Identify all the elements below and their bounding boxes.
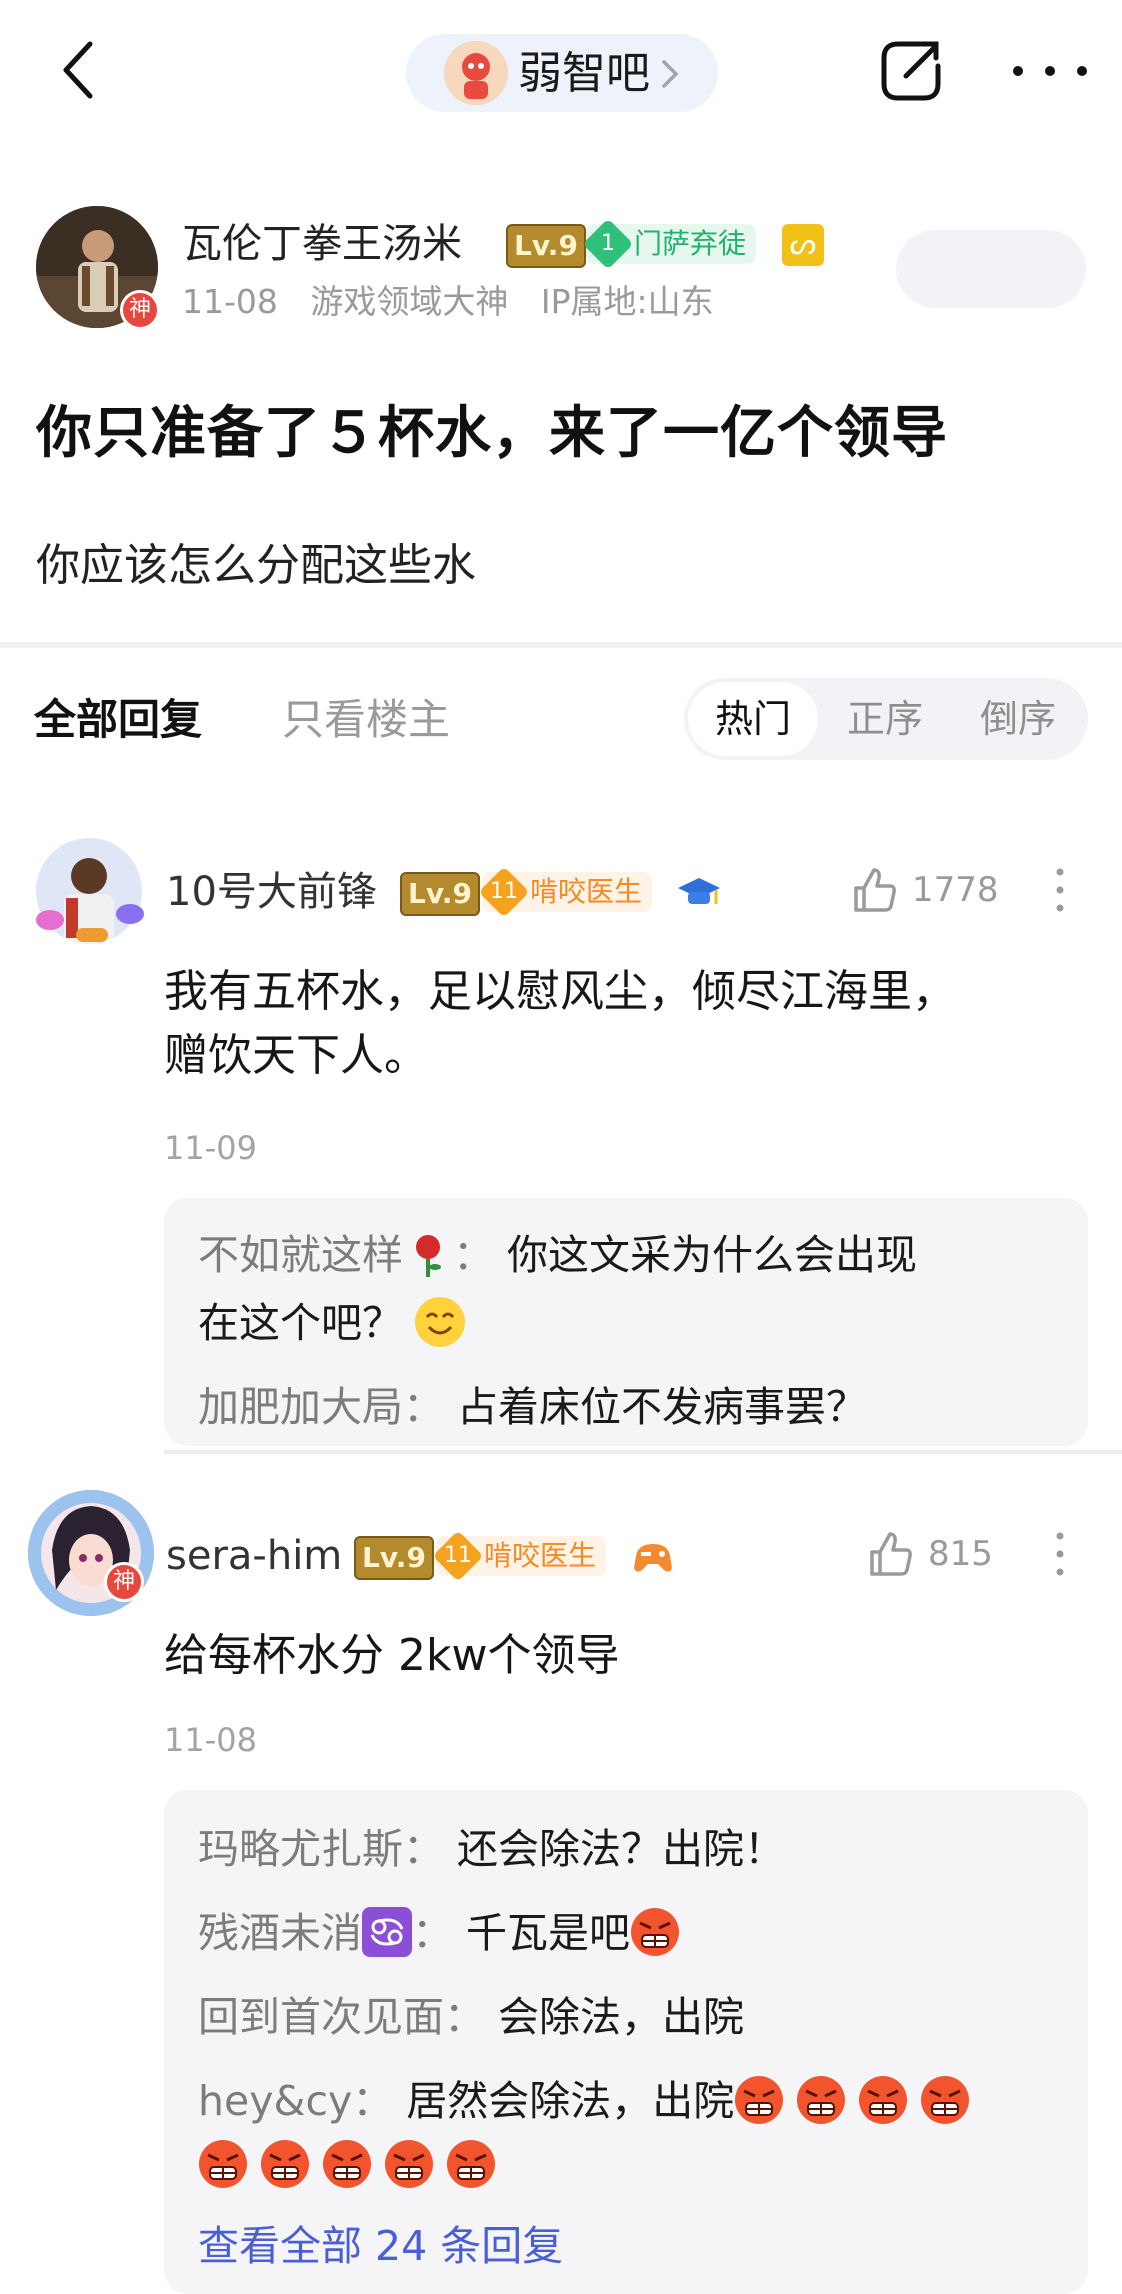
graduation-cap-icon bbox=[678, 878, 720, 904]
zodiac-icon: ᔕ bbox=[782, 224, 824, 266]
like-count: 815 bbox=[928, 1534, 993, 1574]
level-badge: Lv.9 bbox=[506, 224, 586, 268]
avatar-frame-icon bbox=[36, 904, 144, 942]
commenter-name[interactable]: 10号大前锋 bbox=[166, 866, 377, 918]
section-divider bbox=[0, 642, 1122, 648]
fan-level-number: 11 bbox=[490, 879, 518, 904]
fan-level-number: 1 bbox=[601, 231, 615, 256]
honor-badge: 11 啃咬医生 bbox=[478, 866, 653, 918]
reply-author[interactable]: 玛略尤扎斯 bbox=[198, 1825, 403, 1873]
sort-ascending[interactable]: 正序 bbox=[830, 682, 940, 756]
ip-location: IP属地:山东 bbox=[540, 282, 714, 321]
reply-author[interactable]: 加肥加大局 bbox=[198, 1383, 403, 1431]
comment-date: 11-08 bbox=[164, 1721, 257, 1759]
angry-emoji-icon bbox=[260, 2139, 310, 2189]
reply-item[interactable]: 残酒未消： 千瓦是吧 bbox=[198, 1900, 680, 1966]
back-arrow-icon[interactable] bbox=[58, 40, 98, 100]
more-options-icon[interactable] bbox=[1010, 64, 1090, 78]
reply-text: 会除法，出院 bbox=[498, 1993, 745, 2041]
reply-text: 还会除法？出院！ bbox=[457, 1825, 786, 1873]
like-icon[interactable] bbox=[866, 1530, 914, 1578]
honor-badge-label: 啃咬医生 bbox=[530, 875, 643, 908]
comment-text: 给每杯水分 2kw个领导 bbox=[164, 1630, 620, 1681]
angry-emoji-icon bbox=[446, 2139, 496, 2189]
level-badge: Lv.9 bbox=[400, 872, 480, 916]
reply-text: 你这文采为什么会出现 bbox=[507, 1231, 918, 1279]
reply-text: 居然会除法，出院 bbox=[406, 2077, 735, 2125]
follow-button[interactable] bbox=[896, 230, 1086, 308]
reply-item[interactable]: 回到首次见面： 会除法，出院 bbox=[198, 1984, 744, 2050]
comment-text-line: 我有五杯水，足以慰风尘，倾尽江海里， bbox=[164, 966, 956, 1017]
angry-emoji-icon bbox=[858, 2075, 908, 2125]
angry-emoji-icon bbox=[322, 2139, 372, 2189]
honor-badge: 11 啃咬医生 bbox=[432, 1530, 607, 1582]
reply-item[interactable]: 加肥加大局： 占着床位不发病事罢？ bbox=[198, 1374, 867, 1440]
cancer-zodiac-icon bbox=[362, 1907, 412, 1957]
comment-text-line: 赠饮天下人。 bbox=[164, 1030, 428, 1081]
post-body: 你应该怎么分配这些水 bbox=[36, 540, 476, 591]
more-vertical-icon[interactable] bbox=[1056, 1530, 1064, 1578]
reply-text: 在这个吧？ bbox=[198, 1299, 403, 1347]
god-badge: 神 bbox=[104, 1562, 144, 1602]
reply-text: 千瓦是吧 bbox=[466, 1909, 631, 1957]
reply-item[interactable]: 玛略尤扎斯： 还会除法？出院！ bbox=[198, 1816, 785, 1882]
post-meta: 11-08 游戏领域大神 IP属地:山东 bbox=[182, 280, 736, 324]
author-title: 游戏领域大神 bbox=[310, 282, 509, 321]
commenter-name[interactable]: sera-him bbox=[166, 1530, 342, 1582]
angry-emoji-icon bbox=[630, 1907, 680, 1957]
reply-author[interactable]: hey&cy bbox=[198, 2077, 352, 2125]
tab-op-only[interactable]: 只看楼主 bbox=[282, 690, 450, 750]
like-count: 1778 bbox=[912, 870, 999, 910]
reply-item[interactable]: hey&cy： 居然会除法，出院 bbox=[198, 2068, 970, 2134]
forum-avatar bbox=[444, 41, 508, 105]
share-icon[interactable] bbox=[876, 36, 946, 106]
fan-level-number: 11 bbox=[444, 1543, 472, 1568]
game-controller-icon bbox=[634, 1544, 672, 1572]
angry-emoji-icon bbox=[920, 2075, 970, 2125]
god-badge: 神 bbox=[120, 290, 160, 330]
comment-date: 11-09 bbox=[164, 1129, 257, 1167]
tab-all-replies[interactable]: 全部回复 bbox=[34, 690, 202, 750]
angry-emoji-icon bbox=[796, 2075, 846, 2125]
sort-hot[interactable]: 热门 bbox=[688, 682, 818, 756]
smile-emoji-icon bbox=[415, 1297, 465, 1347]
forum-name[interactable]: 弱智吧 bbox=[518, 46, 650, 102]
sort-descending[interactable]: 倒序 bbox=[958, 682, 1078, 756]
reply-author[interactable]: 回到首次见面 bbox=[198, 1993, 444, 2041]
like-icon[interactable] bbox=[850, 866, 898, 914]
chevron-right-icon bbox=[662, 60, 679, 88]
angry-emoji-icon bbox=[734, 2075, 784, 2125]
reply-item-continued: 在这个吧？ bbox=[198, 1290, 465, 1356]
reply-author[interactable]: 残酒未消 bbox=[198, 1909, 362, 1957]
more-vertical-icon[interactable] bbox=[1056, 866, 1064, 914]
honor-badge-label: 啃咬医生 bbox=[484, 1539, 597, 1572]
view-all-replies-link[interactable]: 查看全部 24 条回复 bbox=[198, 2216, 563, 2276]
rose-icon bbox=[403, 1229, 453, 1279]
post-date: 11-08 bbox=[182, 282, 278, 321]
reply-author[interactable]: 不如就这样 bbox=[198, 1231, 403, 1279]
comment-divider bbox=[164, 1450, 1122, 1454]
angry-emoji-icon bbox=[198, 2139, 248, 2189]
reply-text: 占着床位不发病事罢？ bbox=[457, 1383, 868, 1431]
angry-emoji-icon bbox=[384, 2139, 434, 2189]
reply-emoji-row bbox=[198, 2132, 496, 2198]
level-badge: Lv.9 bbox=[354, 1536, 434, 1580]
honor-badge-label: 门萨弃徒 bbox=[634, 227, 747, 260]
author-name[interactable]: 瓦伦丁拳王汤米 bbox=[182, 218, 462, 270]
reply-item[interactable]: 不如就这样： 你这文采为什么会出现 bbox=[198, 1222, 917, 1288]
post-title: 你只准备了５杯水，来了一亿个领导 bbox=[36, 401, 948, 466]
honor-badge: 1 门萨弃徒 bbox=[582, 218, 757, 270]
